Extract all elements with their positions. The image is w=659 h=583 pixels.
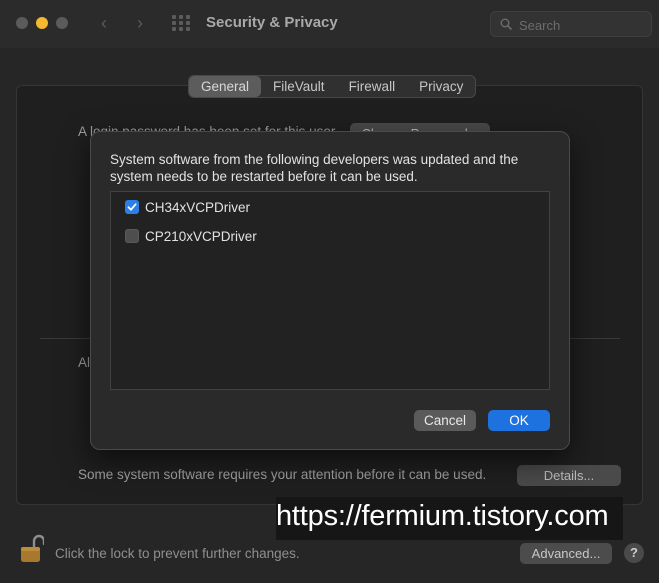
advanced-button[interactable]: Advanced... [520, 543, 612, 564]
ch34x-checkbox[interactable] [125, 200, 139, 214]
list-item-label: CP210xVCPDriver [145, 228, 257, 244]
window-title: Security & Privacy [206, 14, 338, 31]
tab-filevault[interactable]: FileVault [261, 76, 337, 97]
zoom-window-button[interactable] [56, 17, 68, 29]
forward-chevron-icon[interactable]: › [130, 12, 150, 34]
developer-list: CH34xVCPDriver CP210xVCPDriver [110, 191, 550, 390]
tab-bar: General FileVault Firewall Privacy [188, 75, 477, 98]
minimize-window-button[interactable] [36, 17, 48, 29]
cp210x-checkbox[interactable] [125, 229, 139, 243]
attention-text: Some system software requires your atten… [78, 467, 487, 482]
restart-required-sheet: System software from the following devel… [90, 131, 570, 450]
lock-status-text: Click the lock to prevent further change… [55, 546, 300, 561]
tab-general[interactable]: General [189, 76, 262, 97]
back-chevron-icon[interactable]: ‹ [94, 12, 114, 34]
tab-firewall[interactable]: Firewall [337, 76, 408, 97]
unlocked-padlock-icon[interactable] [20, 534, 44, 564]
list-item-label: CH34xVCPDriver [145, 199, 251, 215]
details-button[interactable]: Details... [517, 465, 621, 486]
watermark-url: https://fermium.tistory.com [276, 500, 609, 532]
cancel-button[interactable]: Cancel [414, 410, 476, 431]
search-input[interactable] [519, 16, 645, 34]
title-bar: ‹ › Security & Privacy [0, 0, 659, 48]
ok-button[interactable]: OK [488, 410, 550, 431]
allow-apps-text: Al [78, 355, 91, 370]
help-button[interactable]: ? [624, 543, 644, 563]
search-icon [500, 18, 512, 30]
preferences-window: ‹ › Security & Privacy General FileVault… [0, 0, 659, 583]
sheet-message: System software from the following devel… [110, 152, 519, 184]
search-field[interactable] [490, 11, 652, 37]
show-all-grid-icon[interactable] [172, 15, 191, 32]
checkmark-icon [127, 203, 137, 211]
close-window-button[interactable] [16, 17, 28, 29]
tab-privacy[interactable]: Privacy [407, 76, 475, 97]
